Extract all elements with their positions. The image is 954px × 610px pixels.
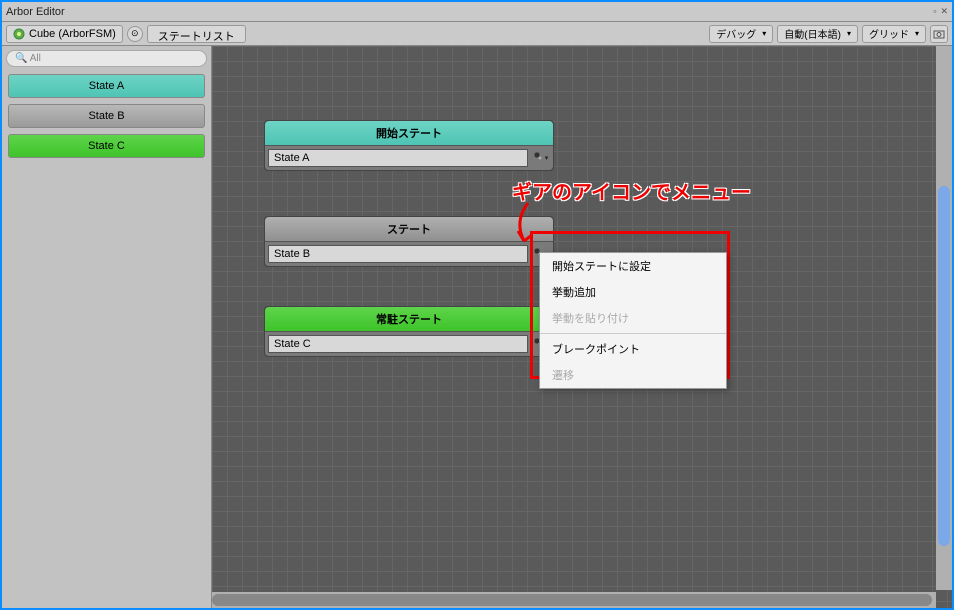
grid-dropdown[interactable]: グリッド — [862, 25, 926, 43]
debug-dropdown[interactable]: デバッグ — [709, 25, 773, 43]
annotation-text: ギアのアイコンでメニュー — [512, 176, 751, 205]
menu-breakpoint[interactable]: ブレークポイント — [540, 336, 726, 362]
search-input[interactable]: 🔍 All — [6, 50, 207, 67]
window-title: Arbor Editor — [6, 6, 65, 18]
snapshot-icon — [933, 28, 945, 40]
node-name-field[interactable]: State C — [268, 335, 528, 353]
breadcrumb-label: Cube (ArborFSM) — [29, 28, 116, 40]
close-icon[interactable]: ✕ — [940, 6, 948, 17]
sidebar-item-state-a[interactable]: State A — [8, 74, 205, 98]
gear-icon[interactable]: ▾ — [532, 149, 550, 167]
canvas[interactable]: 開始ステート State A ▾ ステート State B ▾ — [212, 46, 952, 608]
horizontal-scrollbar-thumb[interactable] — [212, 594, 932, 606]
titlebar: Arbor Editor ▫ ✕ — [2, 2, 952, 22]
toolbar: Cube (ArborFSM) ⊙ ステートリスト デバッグ 自動(日本語) グ… — [2, 22, 952, 46]
vertical-scrollbar[interactable] — [936, 46, 952, 590]
menu-paste-behaviour: 挙動を貼り付け — [540, 305, 726, 331]
sidebar-item-state-b[interactable]: State B — [8, 104, 205, 128]
language-dropdown[interactable]: 自動(日本語) — [777, 25, 858, 43]
node-header: 常駐ステート — [265, 307, 553, 332]
node-state-b[interactable]: ステート State B ▾ — [264, 216, 554, 267]
node-state-a[interactable]: 開始ステート State A ▾ — [264, 120, 554, 171]
target-button[interactable]: ⊙ — [127, 26, 143, 42]
menu-separator — [540, 333, 726, 334]
context-menu: 開始ステートに設定 挙動追加 挙動を貼り付け ブレークポイント 遷移 — [539, 252, 727, 389]
node-state-c[interactable]: 常駐ステート State C ▾ — [264, 306, 554, 357]
vertical-scrollbar-thumb[interactable] — [938, 186, 950, 546]
menu-set-start-state[interactable]: 開始ステートに設定 — [540, 253, 726, 279]
sidebar: 🔍 All State A State B State C — [2, 46, 212, 608]
window-controls: ▫ ✕ — [933, 6, 948, 17]
minimize-icon[interactable]: ▫ — [933, 6, 936, 17]
node-header: 開始ステート — [265, 121, 553, 146]
node-name-field[interactable]: State A — [268, 149, 528, 167]
sidebar-item-state-c[interactable]: State C — [8, 134, 205, 158]
snapshot-button[interactable] — [930, 25, 948, 43]
tab-statelist[interactable]: ステートリスト — [147, 25, 246, 43]
fsm-icon — [13, 28, 25, 40]
breadcrumb[interactable]: Cube (ArborFSM) — [6, 25, 123, 43]
horizontal-scrollbar[interactable] — [212, 592, 936, 608]
menu-add-behaviour[interactable]: 挙動追加 — [540, 279, 726, 305]
node-header: ステート — [265, 217, 553, 242]
menu-transition: 遷移 — [540, 362, 726, 388]
node-name-field[interactable]: State B — [268, 245, 528, 263]
